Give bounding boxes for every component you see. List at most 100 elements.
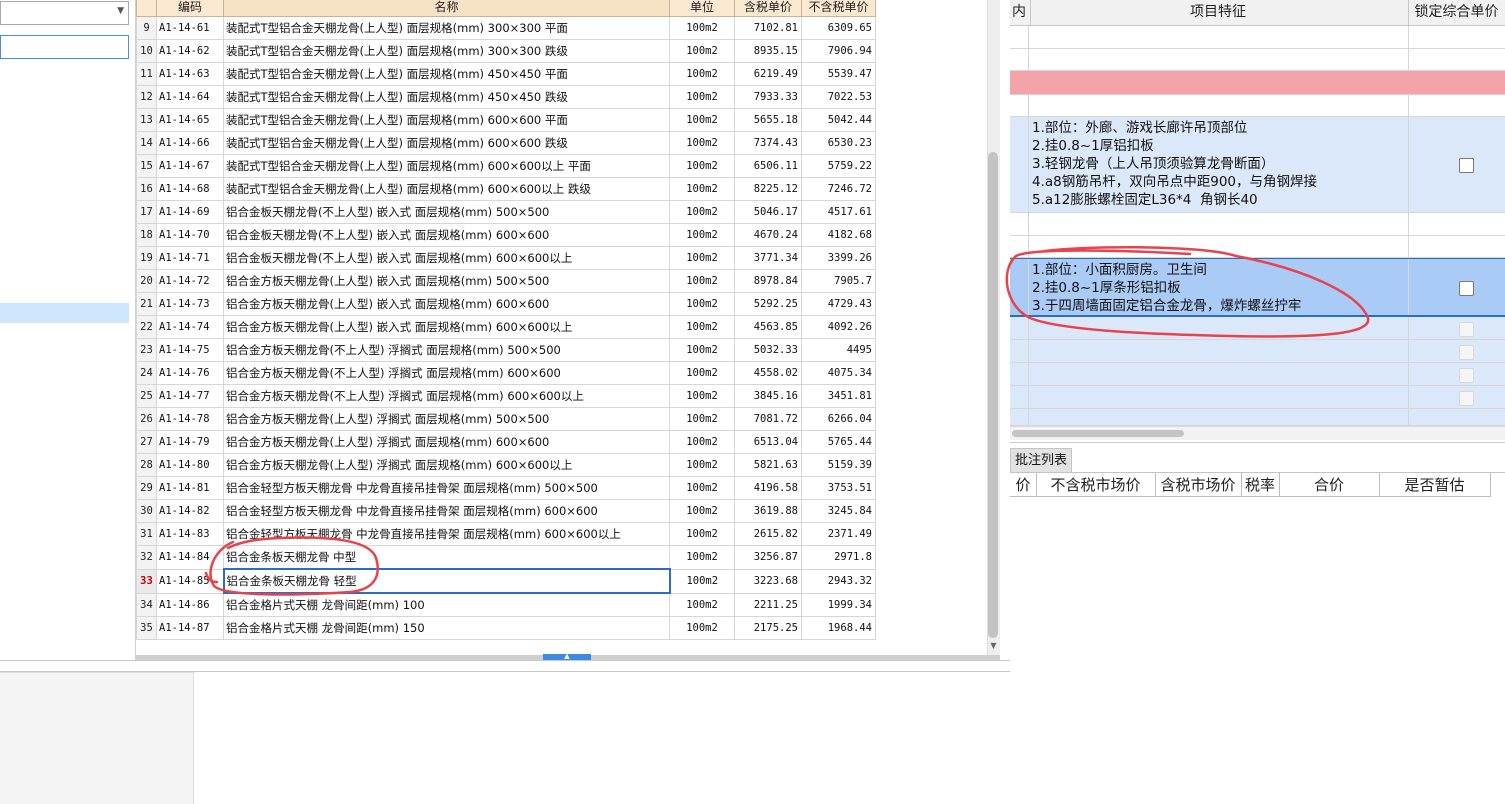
cell-price-notax[interactable]: 1968.44 xyxy=(801,616,876,640)
cell-code[interactable]: A1-14-67 xyxy=(156,154,224,178)
right-row-feature-1[interactable]: 1.部位：外廊、游戏长廊许吊顶部位 2.挂0.8~1厚铝扣板 3.轻钢龙骨（上人… xyxy=(1010,117,1505,213)
left-search-input[interactable] xyxy=(0,35,129,59)
table-row[interactable]: 21 A1-14-73 铝合金方板天棚龙骨(上人型) 嵌入式 面层规格(mm) 60… xyxy=(136,292,876,316)
right-row[interactable] xyxy=(1010,236,1505,258)
cell-price-tax[interactable]: 8225.12 xyxy=(734,177,802,201)
cell-price-notax[interactable]: 2371.49 xyxy=(801,522,876,546)
table-row[interactable]: 22 A1-14-74 铝合金方板天棚龙骨(上人型) 嵌入式 面层规格(mm) 60… xyxy=(136,315,876,339)
cell-unit[interactable]: 100m2 xyxy=(669,616,735,640)
table-row[interactable]: 16 A1-14-68 装配式T型铝合金天棚龙骨(上人型) 面层规格(mm) 600… xyxy=(136,177,876,201)
cell-code[interactable]: A1-14-63 xyxy=(156,62,224,86)
header-code[interactable]: 编码 xyxy=(156,0,224,17)
right-row[interactable] xyxy=(1010,213,1505,236)
cell-code[interactable]: A1-14-83 xyxy=(156,522,224,546)
cell-code[interactable]: A1-14-65 xyxy=(156,108,224,132)
cell-price-tax[interactable]: 6506.11 xyxy=(734,154,802,178)
cell-code[interactable]: A1-14-69 xyxy=(156,200,224,224)
cell-price-tax[interactable]: 3619.88 xyxy=(734,499,802,523)
table-row[interactable]: 12 A1-14-64 装配式T型铝合金天棚龙骨(上人型) 面层规格(mm) 450… xyxy=(136,85,876,109)
cell-price-notax[interactable]: 4495 xyxy=(801,338,876,362)
cell-unit[interactable]: 100m2 xyxy=(669,545,735,570)
row-index[interactable]: 15 xyxy=(136,154,157,178)
lock-price-checkbox[interactable] xyxy=(1459,158,1474,173)
cell-unit[interactable]: 100m2 xyxy=(669,522,735,546)
cell-unit[interactable]: 100m2 xyxy=(669,453,735,477)
table-row[interactable]: 35 A1-14-87 铝合金格片式天棚 龙骨间距(mm) 150 100m2 2175… xyxy=(136,616,876,640)
cell-price-tax[interactable]: 8935.15 xyxy=(734,39,802,63)
right-row[interactable] xyxy=(1010,386,1505,409)
table-row[interactable]: 27 A1-14-79 铝合金方板天棚龙骨(上人型) 浮搁式 面层规格(mm) 60… xyxy=(136,430,876,454)
cell-unit[interactable]: 100m2 xyxy=(669,108,735,132)
cell-price-notax[interactable]: 7905.7 xyxy=(801,269,876,293)
row-index[interactable]: 11 xyxy=(136,62,157,86)
cell-name[interactable]: 铝合金板天棚龙骨(不上人型) 嵌入式 面层规格(mm) 600×600以上 xyxy=(223,246,670,270)
table-row[interactable]: 24 A1-14-76 铝合金方板天棚龙骨(不上人型) 浮搁式 面层规格(mm) 6… xyxy=(136,361,876,385)
cell-price-notax[interactable]: 3245.84 xyxy=(801,499,876,523)
cell-price-tax[interactable]: 5655.18 xyxy=(734,108,802,132)
row-index[interactable]: 31 xyxy=(136,522,157,546)
header-lock-unit-price[interactable]: 锁定综合单价 xyxy=(1408,0,1505,26)
header-price-tax[interactable]: 含税单价 xyxy=(734,0,802,17)
cell-name[interactable]: 装配式T型铝合金天棚龙骨(上人型) 面层规格(mm) 450×450 平面 xyxy=(223,62,670,86)
cell-unit[interactable]: 100m2 xyxy=(669,154,735,178)
cell-price-notax[interactable]: 6309.65 xyxy=(801,16,876,40)
cell-name[interactable]: 铝合金条板天棚龙骨 中型 xyxy=(223,545,670,570)
cell-unit[interactable]: 100m2 xyxy=(669,499,735,523)
cell-price-notax[interactable]: 6530.23 xyxy=(801,131,876,155)
cell-unit[interactable]: 100m2 xyxy=(669,177,735,201)
cell-price-tax[interactable]: 5032.33 xyxy=(734,338,802,362)
cell-price-tax[interactable]: 3771.34 xyxy=(734,246,802,270)
cell-price-notax[interactable]: 4729.43 xyxy=(801,292,876,316)
cell-code[interactable]: A1-14-79 xyxy=(156,430,224,454)
cell-price-tax[interactable]: 7102.81 xyxy=(734,16,802,40)
cell-name[interactable]: 装配式T型铝合金天棚龙骨(上人型) 面层规格(mm) 600×600以上 平面 xyxy=(223,154,670,178)
row-index[interactable]: 16 xyxy=(136,177,157,201)
right-row[interactable] xyxy=(1010,340,1505,363)
cell-unit[interactable]: 100m2 xyxy=(669,384,735,408)
cell-code[interactable]: A1-14-70 xyxy=(156,223,224,247)
tab-annotation-list[interactable]: 批注列表 xyxy=(1010,448,1072,472)
cell-price-notax[interactable]: 6266.04 xyxy=(801,407,876,431)
cell-name[interactable]: 装配式T型铝合金天棚龙骨(上人型) 面层规格(mm) 600×600 平面 xyxy=(223,108,670,132)
cell-name[interactable]: 铝合金板天棚龙骨(不上人型) 嵌入式 面层规格(mm) 600×600 xyxy=(223,223,670,247)
cell-price-tax[interactable]: 2211.25 xyxy=(734,592,802,617)
cell-price-notax[interactable]: 3753.51 xyxy=(801,476,876,500)
cell-code[interactable]: A1-14-76 xyxy=(156,361,224,385)
row-index[interactable]: 22 xyxy=(136,315,157,339)
cell-name[interactable]: 铝合金方板天棚龙骨(上人型) 浮搁式 面层规格(mm) 600×600 xyxy=(223,430,670,454)
cell-price-notax[interactable]: 1999.34 xyxy=(801,592,876,617)
row-index[interactable]: 13 xyxy=(136,108,157,132)
cell-price-notax[interactable]: 5042.44 xyxy=(801,108,876,132)
row-index[interactable]: 19 xyxy=(136,246,157,270)
row-index[interactable]: 23 xyxy=(136,338,157,362)
right-row-highlighted[interactable] xyxy=(1010,71,1505,95)
row-index[interactable]: 27 xyxy=(136,430,157,454)
cell-unit[interactable]: 100m2 xyxy=(669,131,735,155)
header-market-price-notax[interactable]: 不含税市场价 xyxy=(1036,473,1156,497)
row-index[interactable]: 17 xyxy=(136,200,157,224)
cell-name[interactable]: 铝合金方板天棚龙骨(上人型) 嵌入式 面层规格(mm) 500×500 xyxy=(223,269,670,293)
cell-unit[interactable]: 100m2 xyxy=(669,338,735,362)
header-total-price[interactable]: 合价 xyxy=(1279,473,1380,497)
row-index[interactable]: 28 xyxy=(136,453,157,477)
cell-code[interactable]: A1-14-84 xyxy=(156,545,224,570)
cell-price-notax[interactable]: 4182.68 xyxy=(801,223,876,247)
cell-code[interactable]: A1-14-80 xyxy=(156,453,224,477)
cell-price-tax[interactable]: 7933.33 xyxy=(734,85,802,109)
header-price-notax[interactable]: 不含税单价 xyxy=(801,0,876,17)
header-unit[interactable]: 单位 xyxy=(669,0,735,17)
cell-unit[interactable]: 100m2 xyxy=(669,39,735,63)
cell-code[interactable]: A1-14-68 xyxy=(156,177,224,201)
cell-code[interactable]: A1-14-77 xyxy=(156,384,224,408)
cell-name[interactable]: 铝合金方板天棚龙骨(不上人型) 浮搁式 面层规格(mm) 600×600以上 xyxy=(223,384,670,408)
cell-unit[interactable]: 100m2 xyxy=(669,476,735,500)
row-index[interactable]: 12 xyxy=(136,85,157,109)
cell-unit[interactable]: 100m2 xyxy=(669,85,735,109)
table-row[interactable]: 14 A1-14-66 装配式T型铝合金天棚龙骨(上人型) 面层规格(mm) 600… xyxy=(136,131,876,155)
vertical-scrollbar-thumb[interactable] xyxy=(988,152,998,638)
cell-price-tax[interactable]: 5046.17 xyxy=(734,200,802,224)
cell-name[interactable]: 铝合金条板天棚龙骨 轻型 xyxy=(222,568,671,594)
table-row[interactable]: 17 A1-14-69 铝合金板天棚龙骨(不上人型) 嵌入式 面层规格(mm) 50… xyxy=(136,200,876,224)
right-row[interactable] xyxy=(1010,363,1505,386)
table-row[interactable]: 20 A1-14-72 铝合金方板天棚龙骨(上人型) 嵌入式 面层规格(mm) 50… xyxy=(136,269,876,293)
